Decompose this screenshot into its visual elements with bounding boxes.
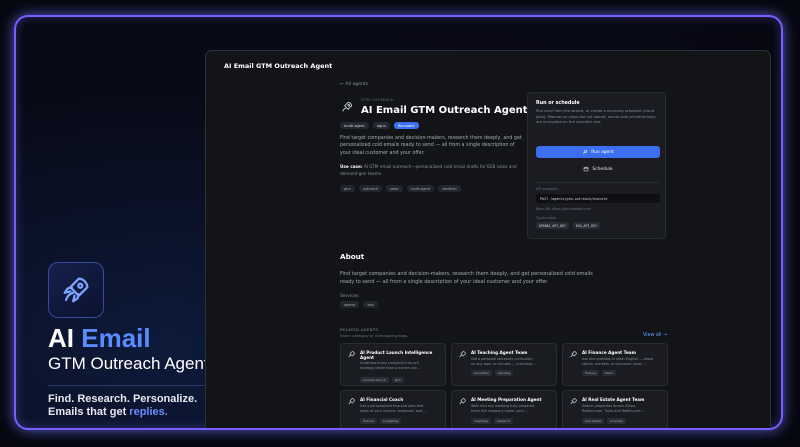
base-url: Base URL https://api.example.com bbox=[536, 207, 591, 211]
badge: agno bbox=[372, 122, 390, 129]
card-description: strategy faster than a human can ... bbox=[360, 366, 422, 370]
rocket-icon bbox=[348, 351, 355, 358]
api-endpoint-label: API endpoint bbox=[536, 187, 558, 191]
badge: multi agent bbox=[340, 122, 369, 129]
tag[interactable]: multi-agent bbox=[406, 185, 435, 192]
related-agent-card[interactable]: AI Teaching Agent Team Get a personal se… bbox=[451, 343, 557, 386]
card-description: Ask one question in plain English — abou… bbox=[582, 357, 654, 361]
tag[interactable]: addlavin bbox=[438, 185, 461, 192]
brand-subtitle: GTM Outreach Agent bbox=[48, 354, 209, 373]
card-description: stocks, markets, or economic news ... bbox=[582, 362, 646, 366]
calendar-icon bbox=[584, 166, 589, 172]
agent-eyebrow: GTM-OUTREACH bbox=[361, 98, 394, 102]
window-title: AI Email GTM Outreach Agent bbox=[224, 62, 333, 70]
services-label: Services bbox=[340, 294, 359, 299]
card-tags: meetings research bbox=[471, 418, 513, 424]
brand-divider bbox=[48, 385, 208, 386]
card-title: AI Finance Agent Team bbox=[582, 350, 636, 355]
card-tag: research bbox=[494, 418, 513, 424]
related-agent-card[interactable]: AI Finance Agent Team Ask one question i… bbox=[562, 343, 668, 386]
card-title: AI Product Launch Intelligence Agent bbox=[360, 350, 433, 361]
card-tags: real-estate property bbox=[582, 418, 627, 424]
rocket-icon bbox=[348, 398, 355, 405]
api-key-chip: OPENAI_API_KEY bbox=[536, 222, 569, 229]
run-agent-button[interactable]: Run agent bbox=[536, 146, 660, 158]
tag-list: gtm outreach sales multi-agent addlavin bbox=[340, 185, 461, 192]
card-description: Understand any company's launch bbox=[360, 361, 419, 365]
related-agent-card[interactable]: AI Financial Coach Get a personalized fi… bbox=[340, 390, 446, 428]
related-agent-card[interactable]: AI Real Estate Agent Team Search propert… bbox=[562, 390, 668, 428]
back-link[interactable]: ← All agents bbox=[340, 82, 368, 87]
card-tag: team bbox=[602, 370, 616, 376]
view-all-link[interactable]: View all → bbox=[643, 333, 667, 338]
tag[interactable]: gtm bbox=[340, 185, 355, 192]
run-panel: Run or schedule Run once from the wizard… bbox=[527, 92, 666, 239]
card-tag: gtm bbox=[391, 377, 404, 383]
card-description: Search properties across Zillow, bbox=[582, 404, 637, 408]
card-tag: real-estate bbox=[582, 418, 605, 424]
card-tag: meetings bbox=[471, 418, 491, 424]
card-title: AI Financial Coach bbox=[360, 397, 404, 402]
card-description: Get a personal self-study curriculum bbox=[471, 357, 533, 361]
card-description: Enter the company name, your ... bbox=[471, 409, 529, 413]
run-agent-label: Run agent bbox=[591, 149, 614, 155]
api-key-chip: EXA_API_KEY bbox=[572, 222, 600, 229]
service-tag: openai bbox=[340, 301, 360, 308]
related-agents-label: RELATED AGENTS bbox=[340, 327, 379, 332]
rocket-icon bbox=[570, 351, 577, 358]
badge-list: multi agent agno Runnable bbox=[340, 122, 419, 129]
card-title: AI Real Estate Agent Team bbox=[582, 397, 645, 402]
related-agent-card[interactable]: AI Meeting Preparation Agent Walk into a… bbox=[451, 390, 557, 428]
card-tag: education bbox=[471, 370, 492, 376]
tag[interactable]: outreach bbox=[358, 185, 382, 192]
rocket-icon bbox=[583, 149, 588, 154]
rocket-icon bbox=[570, 398, 577, 405]
api-endpoint-code[interactable]: POST /agents/gtm-outreach/execute bbox=[536, 194, 660, 203]
rocket-icon bbox=[48, 262, 104, 318]
divider bbox=[536, 182, 660, 183]
rocket-icon bbox=[342, 101, 353, 112]
card-title: AI Teaching Agent Team bbox=[471, 350, 528, 355]
card-tag: product-launch bbox=[360, 377, 389, 383]
brand-tagline-1: Find. Research. Personalize. bbox=[48, 393, 198, 405]
card-tags: finance team bbox=[582, 370, 616, 376]
card-tags: finance budgeting bbox=[360, 418, 402, 424]
related-agent-card[interactable]: AI Product Launch Intelligence Agent Und… bbox=[340, 343, 446, 386]
related-agents-subtitle: Same category or overlapping tags. bbox=[340, 333, 409, 338]
service-tag: exa bbox=[363, 301, 378, 308]
card-description: Realtor.com, Trulia and Redfin.com ... bbox=[582, 409, 646, 413]
schedule-button[interactable]: Schedule bbox=[536, 163, 660, 175]
page-title: AI Email GTM Outreach Agent bbox=[361, 105, 528, 116]
brand-tagline-2: Emails that get replies. bbox=[48, 406, 168, 418]
key-list: OPENAI_API_KEY EXA_API_KEY bbox=[536, 222, 600, 229]
tag[interactable]: sales bbox=[385, 185, 403, 192]
card-tag: learning bbox=[494, 370, 514, 376]
typical-keys-label: Typical keys bbox=[536, 216, 557, 220]
app-window: AI Email GTM Outreach Agent ← All agents… bbox=[205, 50, 771, 428]
card-description: Walk into any meeting fully prepared. bbox=[471, 404, 535, 408]
card-tag: finance bbox=[360, 418, 378, 424]
run-panel-text: Run once from the wizard, or create a re… bbox=[536, 109, 656, 125]
schedule-label: Schedule bbox=[592, 166, 613, 172]
outer-frame: AI Email GTM Outreach Agent Find. Resear… bbox=[14, 15, 783, 430]
card-description: looks at your income, expenses, and ... bbox=[360, 409, 427, 413]
card-tag: finance bbox=[582, 370, 600, 376]
rocket-icon bbox=[459, 398, 466, 405]
use-case: Use case: AI GTM email outreach—personal… bbox=[340, 164, 517, 176]
card-tags: product-launch gtm bbox=[360, 377, 404, 383]
runnable-badge: Runnable bbox=[393, 122, 419, 129]
rocket-icon bbox=[459, 351, 466, 358]
card-tags: education learning bbox=[471, 370, 514, 376]
card-tag: property bbox=[607, 418, 627, 424]
card-tag: budgeting bbox=[380, 418, 402, 424]
agent-description: Find target companies and decision-maker… bbox=[340, 136, 522, 156]
brand-title: AI Email bbox=[48, 323, 151, 353]
card-description: on any topic in minutes — including ... bbox=[471, 362, 537, 366]
card-title: AI Meeting Preparation Agent bbox=[471, 397, 542, 402]
about-heading: About bbox=[340, 252, 365, 261]
service-list: openai exa bbox=[340, 301, 378, 308]
run-panel-heading: Run or schedule bbox=[536, 101, 580, 106]
about-text: Find target companies and decision-maker… bbox=[340, 271, 593, 285]
card-description: Get a personalized financial plan that bbox=[360, 404, 424, 408]
